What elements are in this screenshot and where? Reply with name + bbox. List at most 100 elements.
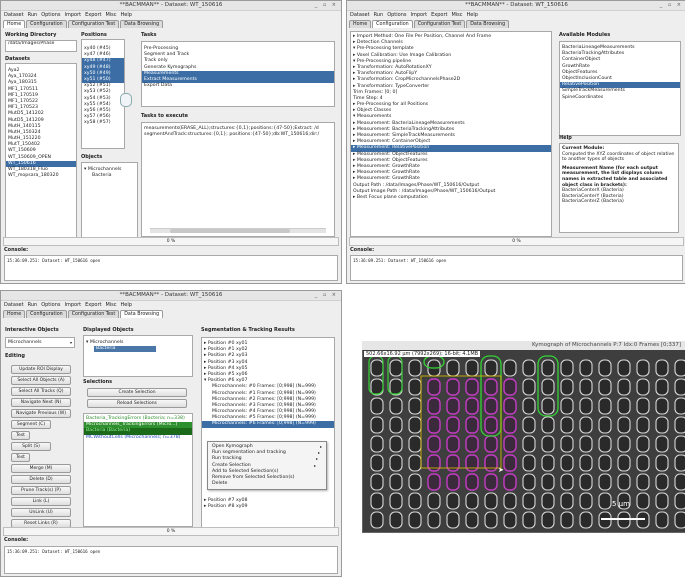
cell-contour bbox=[617, 378, 631, 396]
interactive-objects-select[interactable]: Microchannels ▾ bbox=[5, 337, 75, 348]
position-node[interactable]: ▸ Position #8 xy09 bbox=[202, 504, 334, 510]
menu-import[interactable]: Import bbox=[410, 12, 427, 18]
console-output[interactable]: 15:36:09.251: Dataset: WT_150616 open bbox=[4, 546, 338, 574]
track-node[interactable]: Microchannels: #6 Frames: [0;998] (N=999… bbox=[202, 421, 334, 428]
navigate-next-n-button[interactable]: Navigate Next (N) bbox=[11, 398, 71, 407]
tab-configuration[interactable]: Configuration bbox=[26, 310, 67, 318]
menu-misc[interactable]: Misc bbox=[105, 12, 116, 18]
task-item[interactable]: Export Data bbox=[142, 83, 334, 89]
progress-bar: 0 % bbox=[3, 527, 339, 536]
kymograph-image[interactable] bbox=[363, 342, 685, 532]
context-menu-item[interactable]: Delete bbox=[208, 481, 326, 487]
cell-contour bbox=[636, 378, 650, 396]
dataset-item[interactable]: WT_mopsara_180320 bbox=[6, 173, 76, 179]
tab-configuration[interactable]: Configuration bbox=[26, 20, 67, 28]
working-dir-field[interactable]: /data/Images/Phase bbox=[5, 40, 77, 52]
tab-configuration-test[interactable]: Configuration Test bbox=[67, 310, 120, 318]
cell-contour bbox=[465, 359, 479, 377]
segmentation-results-tree[interactable]: ▸ Position #0 xy01 ▸ Position #1 xy02 ▸ Po… bbox=[201, 337, 335, 528]
configuration-tree[interactable]: ▸ Import Method: One File Per Position, … bbox=[350, 31, 552, 237]
menu-dataset[interactable]: Dataset bbox=[350, 12, 370, 18]
selection-buttons: Create Selection Reload Selections bbox=[87, 388, 187, 410]
console-output[interactable]: 15:36:09.251: Dataset: WT_150616 open bbox=[350, 255, 683, 281]
cell-contour bbox=[370, 492, 384, 510]
object-bacteria[interactable]: Bacteria bbox=[82, 173, 137, 179]
menu-help[interactable]: Help bbox=[121, 302, 132, 308]
horizontal-scrollbar[interactable] bbox=[150, 228, 326, 233]
tab-home[interactable]: Home bbox=[3, 310, 26, 318]
menu-misc[interactable]: Misc bbox=[105, 302, 116, 308]
menu-options[interactable]: Options bbox=[41, 12, 60, 18]
console-output[interactable]: 15:36:09.251: Dataset: WT_150616 open bbox=[4, 255, 338, 281]
tab-data-browsing[interactable]: Data Browsing bbox=[120, 310, 164, 318]
track-node[interactable]: Microchannels: #2 Frames: [0;998] (N=999… bbox=[202, 397, 334, 403]
track-node[interactable]: Microchannels: #1 Frames: [0;998] (N=999… bbox=[202, 391, 334, 397]
segment-button[interactable]: Segment (C) bbox=[11, 420, 51, 429]
menu-misc[interactable]: Misc bbox=[451, 12, 462, 18]
menu-options[interactable]: Options bbox=[387, 12, 406, 18]
navigate-previous-w-button[interactable]: Navigate Previous (W) bbox=[11, 409, 71, 418]
menu-dataset[interactable]: Dataset bbox=[4, 12, 24, 18]
update-roi-display-button[interactable]: Update ROI Display bbox=[11, 365, 71, 374]
merge-m-button[interactable]: Merge (M) bbox=[11, 464, 71, 473]
tab-bar: Home Configuration Configuration Test Data … bbox=[349, 20, 510, 28]
menu-run[interactable]: Run bbox=[28, 12, 38, 18]
datasets-list[interactable]: Aya2 Aya_170324 Aya_180315 MF1_170511 MF1_17… bbox=[5, 63, 77, 239]
track-node[interactable]: Microchannels: #0 Frames: [0;998] (N=999… bbox=[202, 384, 334, 390]
reload-selections-button[interactable]: Reload Selections bbox=[87, 399, 187, 408]
unlink-u-button[interactable]: UnLink (U) bbox=[11, 508, 71, 517]
menu-options[interactable]: Options bbox=[41, 302, 60, 308]
cell-contour bbox=[484, 511, 498, 529]
positions-list[interactable]: xy40 (#45) xy47 (#46) xy48 (#47) xy49 (#48)… bbox=[81, 39, 125, 149]
test-button[interactable]: Test bbox=[11, 453, 30, 462]
selection-item[interactable]: MCWithoutCells (Microchannels; n=378) bbox=[84, 435, 192, 441]
menu-dataset[interactable]: Dataset bbox=[4, 302, 24, 308]
cell-contour bbox=[446, 397, 460, 415]
menu-export[interactable]: Export bbox=[85, 302, 101, 308]
menu-run[interactable]: Run bbox=[28, 302, 38, 308]
progress-bar: 0 % bbox=[349, 237, 684, 246]
cell-contour bbox=[427, 416, 441, 434]
window-controls[interactable]: _ ▫ × bbox=[315, 291, 338, 300]
menu-help[interactable]: Help bbox=[121, 12, 132, 18]
tab-home[interactable]: Home bbox=[3, 20, 26, 28]
cell-contour bbox=[541, 435, 555, 453]
menu-export[interactable]: Export bbox=[431, 12, 447, 18]
tab-data-browsing[interactable]: Data Browsing bbox=[466, 20, 510, 28]
tab-data-browsing[interactable]: Data Browsing bbox=[120, 20, 164, 28]
split-row: Split (S) Test bbox=[11, 442, 71, 464]
window-controls[interactable]: _ ▫ × bbox=[660, 1, 683, 10]
menu-import[interactable]: Import bbox=[64, 302, 81, 308]
tab-configuration-test[interactable]: Configuration Test bbox=[67, 20, 120, 28]
tasks-exec-list[interactable]: measurements(ERASE_ALL);structures:{0,1}… bbox=[141, 122, 335, 237]
create-selection-button[interactable]: Create Selection bbox=[87, 388, 187, 397]
modules-list[interactable]: BacteriaLineageMeasurements BacteriaTrack… bbox=[559, 41, 681, 136]
menu-export[interactable]: Export bbox=[85, 12, 101, 18]
config-tree-node[interactable]: ▸ Best Focus plane computation bbox=[351, 195, 551, 201]
displayed-bacteria[interactable]: Bacteria bbox=[94, 346, 156, 353]
delete-d-button[interactable]: Delete (D) bbox=[11, 475, 71, 484]
test-button[interactable]: Test bbox=[11, 431, 30, 440]
cell-contour bbox=[560, 435, 574, 453]
select-all-tracks-q-button[interactable]: Select All Tracks (Q) bbox=[11, 387, 71, 396]
task-exec-item[interactable]: segmentAndTrack:structures:{0,1}; positi… bbox=[142, 132, 334, 138]
tab-configuration[interactable]: Configuration bbox=[372, 20, 413, 28]
menu-help[interactable]: Help bbox=[467, 12, 478, 18]
kymograph-window bbox=[362, 341, 685, 533]
cell-contour bbox=[636, 435, 650, 453]
tab-home[interactable]: Home bbox=[349, 20, 372, 28]
selections-list[interactable]: Bacteria_TrackingErrors (Bacteria; n=338… bbox=[83, 413, 193, 527]
tasks-list[interactable]: Pre-Processing Segment and Track Track onl… bbox=[141, 41, 335, 107]
select-all-objects-a-button[interactable]: Select All Objects (A) bbox=[11, 376, 71, 385]
menu-import[interactable]: Import bbox=[64, 12, 81, 18]
tab-configuration-test[interactable]: Configuration Test bbox=[413, 20, 466, 28]
module-item[interactable]: SpineCoordinates bbox=[560, 95, 680, 101]
position-item[interactable]: xy58 (#57) bbox=[82, 120, 124, 126]
split-button[interactable]: Split (S) bbox=[11, 442, 51, 451]
scroll-handle-icon[interactable] bbox=[120, 93, 132, 107]
menu-run[interactable]: Run bbox=[374, 12, 384, 18]
context-menu: Open Kymograph ▸ Run segmentation and trac… bbox=[207, 441, 327, 491]
prune-track-s-p-button[interactable]: Prune Track(s) (P) bbox=[11, 486, 71, 495]
window-controls[interactable]: _ ▫ × bbox=[315, 1, 338, 10]
link-l-button[interactable]: Link (L) bbox=[11, 497, 71, 506]
